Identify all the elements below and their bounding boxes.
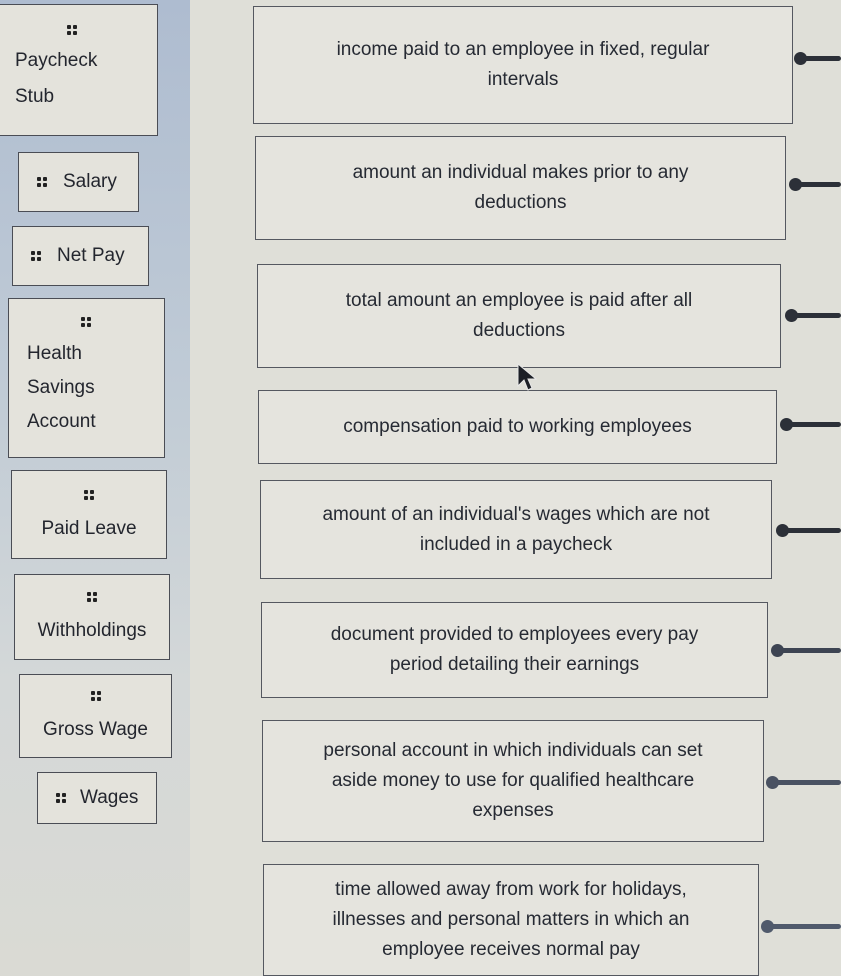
- drag-handle-icon: [84, 489, 94, 500]
- connector-handle[interactable]: [771, 644, 841, 657]
- drag-handle-icon: [87, 592, 97, 602]
- term-label: Account: [27, 411, 96, 432]
- definition-text: employee receives normal pay: [382, 939, 640, 960]
- definition-text: compensation paid to working employees: [343, 416, 692, 437]
- connector-handle[interactable]: [776, 524, 841, 537]
- term-card-gross-wage[interactable]: Gross Wage: [19, 674, 172, 758]
- term-label: Withholdings: [37, 620, 147, 641]
- definition-box[interactable]: amount of an individual's wages which ar…: [260, 480, 772, 579]
- definition-box[interactable]: time allowed away from work for holidays…: [263, 864, 759, 976]
- definition-text: income paid to an employee in fixed, reg…: [336, 39, 710, 60]
- definition-box[interactable]: document provided to employees every pay…: [261, 602, 768, 698]
- term-card-salary[interactable]: Salary: [18, 152, 139, 212]
- connector-dot-icon: [766, 776, 779, 789]
- connector-handle[interactable]: [789, 178, 841, 191]
- term-label: Paid Leave: [41, 517, 137, 539]
- definition-text: deductions: [474, 192, 567, 213]
- mouse-pointer-icon: [517, 362, 538, 391]
- definition-box[interactable]: compensation paid to working employees: [258, 390, 777, 464]
- connector-handle[interactable]: [766, 776, 841, 789]
- connector-handle[interactable]: [780, 418, 841, 431]
- definition-text: amount of an individual's wages which ar…: [322, 503, 710, 525]
- term-card-paycheck-stub[interactable]: Paycheck Stub: [0, 4, 158, 136]
- drag-handle-icon: [37, 177, 47, 187]
- definition-text: personal account in which individuals ca…: [323, 740, 703, 761]
- drag-handle-icon: [31, 251, 41, 261]
- definition-text: period detailing their earnings: [389, 654, 640, 675]
- definition-text: amount an individual makes prior to any: [352, 162, 689, 183]
- term-label: Wages: [80, 787, 139, 808]
- drag-handle-icon: [81, 317, 91, 327]
- term-label: Salary: [63, 171, 117, 192]
- connector-dot-icon: [761, 920, 774, 933]
- definition-box[interactable]: total amount an employee is paid after a…: [257, 264, 781, 368]
- definition-box[interactable]: income paid to an employee in fixed, reg…: [253, 6, 793, 124]
- connector-dot-icon: [794, 52, 807, 65]
- term-label: Gross Wage: [43, 719, 148, 740]
- connector-handle[interactable]: [785, 309, 841, 322]
- definition-text: expenses: [472, 800, 554, 821]
- term-card-paid-leave[interactable]: Paid Leave: [11, 470, 167, 559]
- connector-dot-icon: [776, 524, 789, 537]
- definition-box[interactable]: amount an individual makes prior to any …: [255, 136, 786, 240]
- drag-handle-icon: [90, 691, 101, 701]
- definition-text: intervals: [487, 69, 559, 90]
- term-card-withholdings[interactable]: Withholdings: [14, 574, 170, 660]
- term-card-health-savings-account[interactable]: Health Savings Account: [8, 298, 165, 458]
- definition-text: document provided to employees every pay: [330, 624, 699, 645]
- term-label: Net Pay: [57, 245, 125, 266]
- definition-text: illnesses and personal matters in which …: [332, 909, 690, 930]
- drag-handle-icon: [56, 793, 66, 803]
- connector-dot-icon: [785, 309, 798, 322]
- term-label: Health: [27, 343, 82, 364]
- definition-text: aside money to use for qualified healthc…: [331, 770, 695, 791]
- definition-text: total amount an employee is paid after a…: [345, 290, 693, 311]
- term-card-net-pay[interactable]: Net Pay: [12, 226, 149, 286]
- term-label: Paycheck: [15, 50, 98, 71]
- term-label: Savings: [27, 377, 95, 398]
- term-card-wages[interactable]: Wages: [37, 772, 157, 824]
- term-label: Stub: [15, 86, 55, 107]
- connector-dot-icon: [780, 418, 793, 431]
- definition-text: time allowed away from work for holidays…: [335, 879, 687, 900]
- connector-dot-icon: [771, 644, 784, 657]
- connector-handle[interactable]: [761, 920, 841, 933]
- drag-handle-icon: [67, 25, 77, 35]
- connector-handle[interactable]: [794, 52, 841, 65]
- definition-text: included in a paycheck: [419, 533, 613, 555]
- connector-dot-icon: [789, 178, 802, 191]
- definition-text: deductions: [473, 320, 565, 341]
- definition-box[interactable]: personal account in which individuals ca…: [262, 720, 764, 842]
